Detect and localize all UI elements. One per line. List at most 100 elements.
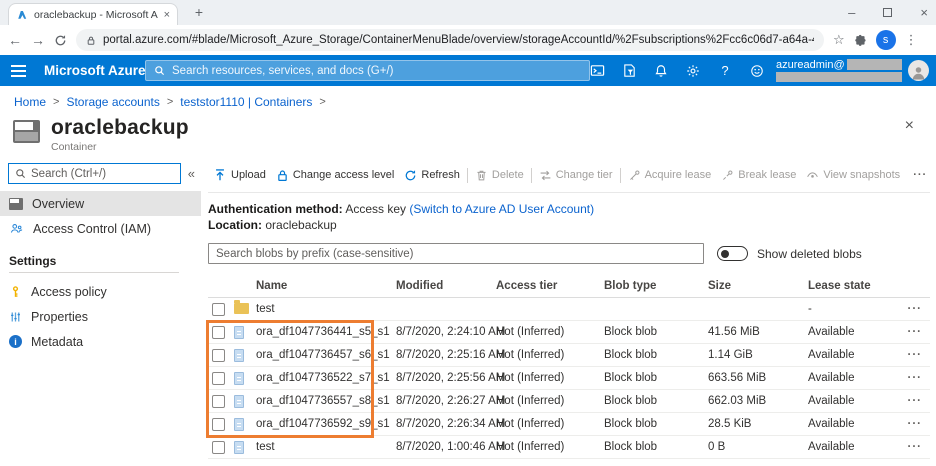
show-deleted-blobs-toggle[interactable] xyxy=(717,246,748,261)
blob-name-link[interactable]: ora_df1047736441_s5_s1 xyxy=(256,326,396,338)
auth-method-label: Authentication method: xyxy=(208,202,343,216)
cell-blob-type: Block blob xyxy=(604,372,708,384)
row-menu-button[interactable]: ··· xyxy=(902,441,930,453)
blob-file-icon xyxy=(234,372,244,385)
row-checkbox[interactable] xyxy=(212,349,225,362)
browser-menu-kebab-icon[interactable]: ⋮ xyxy=(905,32,918,48)
help-icon[interactable]: ? xyxy=(709,63,741,78)
break-lease-button[interactable]: Break lease xyxy=(716,169,801,182)
blob-name-link[interactable]: ora_df1047736522_s7_s1 xyxy=(256,372,396,384)
forward-icon[interactable]: → xyxy=(31,32,45,48)
container-icon xyxy=(13,120,40,143)
row-checkbox[interactable] xyxy=(212,372,225,385)
reload-icon[interactable] xyxy=(54,34,67,47)
browser-tab[interactable]: oraclebackup - Microsoft Azure × xyxy=(8,3,178,25)
browser-urlbar: ← → portal.azure.com/#blade/Microsoft_Az… xyxy=(0,25,936,55)
blade-close-icon[interactable]: × xyxy=(905,117,914,135)
window-close-icon[interactable]: × xyxy=(920,5,928,20)
cloud-shell-icon[interactable] xyxy=(581,63,613,78)
settings-gear-icon[interactable] xyxy=(677,64,709,78)
cell-blob-type: Block blob xyxy=(604,395,708,407)
sidebar-search-input[interactable] xyxy=(31,168,174,180)
show-deleted-blobs-label: Show deleted blobs xyxy=(757,247,862,261)
blob-name-link[interactable]: ora_df1047736592_s9_s1 xyxy=(256,418,396,430)
blob-name-link[interactable]: ora_df1047736557_s8_s1 xyxy=(256,395,396,407)
table-row[interactable]: test 8/7/2020, 1:00:46 AM Hot (Inferred)… xyxy=(208,436,930,459)
cell-modified: 8/7/2020, 2:25:56 AM xyxy=(396,372,496,384)
global-search-box[interactable] xyxy=(145,60,590,81)
toolbar-more-button[interactable]: ··· xyxy=(905,169,935,181)
row-checkbox[interactable] xyxy=(212,326,225,339)
extensions-puzzle-icon[interactable] xyxy=(854,34,867,47)
row-checkbox[interactable] xyxy=(212,395,225,408)
upload-button[interactable]: Upload xyxy=(208,168,271,182)
sidebar-section-settings: Settings xyxy=(0,241,201,271)
blob-prefix-search-input[interactable] xyxy=(208,243,704,264)
row-checkbox[interactable] xyxy=(212,303,225,316)
switch-auth-link[interactable]: (Switch to Azure AD User Account) xyxy=(409,202,594,216)
hamburger-menu-icon[interactable] xyxy=(0,65,36,77)
row-menu-button[interactable]: ··· xyxy=(902,372,930,384)
blob-file-icon xyxy=(234,441,244,454)
row-menu-button[interactable]: ··· xyxy=(902,349,930,361)
back-icon[interactable]: ← xyxy=(8,32,22,48)
delete-button[interactable]: Delete xyxy=(470,169,529,182)
sidebar-item-access-policy[interactable]: Access policy xyxy=(0,279,201,304)
feedback-smiley-icon[interactable] xyxy=(741,64,773,78)
global-search-input[interactable] xyxy=(172,65,581,77)
blob-name-link[interactable]: test xyxy=(256,441,396,453)
acquire-lease-button[interactable]: Acquire lease xyxy=(623,169,717,182)
sidebar-item-metadata[interactable]: i Metadata xyxy=(0,329,201,354)
row-menu-button[interactable]: ··· xyxy=(902,303,930,315)
browser-profile-avatar[interactable]: s xyxy=(876,30,896,50)
window-maximize-icon[interactable] xyxy=(883,8,892,17)
sidebar-search-box[interactable] xyxy=(8,163,181,184)
key-icon xyxy=(9,285,22,299)
cell-access-tier: Hot (Inferred) xyxy=(496,372,604,384)
blob-name-link[interactable]: ora_df1047736457_s6_s1 xyxy=(256,349,396,361)
table-row[interactable]: ora_df1047736457_s6_s1 8/7/2020, 2:25:16… xyxy=(208,344,930,367)
change-access-level-button[interactable]: Change access level xyxy=(271,169,400,182)
user-avatar-icon[interactable] xyxy=(908,60,929,81)
blob-file-icon xyxy=(234,349,244,362)
row-menu-button[interactable]: ··· xyxy=(902,418,930,430)
row-checkbox[interactable] xyxy=(212,418,225,431)
row-menu-button[interactable]: ··· xyxy=(902,326,930,338)
view-snapshots-button[interactable]: View snapshots xyxy=(801,169,905,182)
sidebar-item-access-control[interactable]: Access Control (IAM) xyxy=(0,216,201,241)
container-blade-content: Upload Change access level Refresh Delet… xyxy=(201,161,936,466)
directory-filter-icon[interactable] xyxy=(613,63,645,78)
azure-favicon-icon xyxy=(16,9,28,21)
address-bar[interactable]: portal.azure.com/#blade/Microsoft_Azure_… xyxy=(76,29,824,51)
change-tier-button[interactable]: Change tier xyxy=(534,169,618,182)
sidebar-item-overview[interactable]: Overview xyxy=(0,191,201,216)
browser-titlebar: oraclebackup - Microsoft Azure × + – × xyxy=(0,0,936,25)
breadcrumb-home[interactable]: Home xyxy=(14,95,46,109)
table-row[interactable]: test - ··· xyxy=(208,298,930,321)
sidebar-item-properties[interactable]: Properties xyxy=(0,304,201,329)
blob-file-icon xyxy=(234,326,244,339)
breadcrumb-containers[interactable]: teststor1110 | Containers xyxy=(180,95,312,109)
account-menu[interactable]: azureadmin@ xyxy=(776,58,902,83)
table-row[interactable]: ora_df1047736441_s5_s1 8/7/2020, 2:24:10… xyxy=(208,321,930,344)
cell-access-tier: Hot (Inferred) xyxy=(496,349,604,361)
azure-brand[interactable]: Microsoft Azure xyxy=(44,63,146,78)
page-subtitle: Container xyxy=(51,141,189,153)
table-row[interactable]: ora_df1047736557_s8_s1 8/7/2020, 2:26:27… xyxy=(208,390,930,413)
table-row[interactable]: ora_df1047736522_s7_s1 8/7/2020, 2:25:56… xyxy=(208,367,930,390)
refresh-button[interactable]: Refresh xyxy=(399,169,465,182)
collapse-sidebar-icon[interactable]: « xyxy=(188,166,195,181)
row-menu-button[interactable]: ··· xyxy=(902,395,930,407)
tab-close-icon[interactable]: × xyxy=(164,9,170,21)
new-tab-button[interactable]: + xyxy=(190,4,208,20)
window-minimize-icon[interactable]: – xyxy=(848,5,855,20)
table-row[interactable]: ora_df1047736592_s9_s1 8/7/2020, 2:26:34… xyxy=(208,413,930,436)
breadcrumb-storage-accounts[interactable]: Storage accounts xyxy=(66,95,159,109)
row-checkbox[interactable] xyxy=(212,441,225,454)
blob-name-link[interactable]: test xyxy=(256,303,396,315)
bookmark-star-icon[interactable]: ☆ xyxy=(833,32,845,48)
https-lock-icon xyxy=(86,35,96,46)
divider xyxy=(620,168,621,183)
notifications-bell-icon[interactable] xyxy=(645,64,677,78)
table-header: Name Modified Access tier Blob type Size… xyxy=(208,275,930,298)
